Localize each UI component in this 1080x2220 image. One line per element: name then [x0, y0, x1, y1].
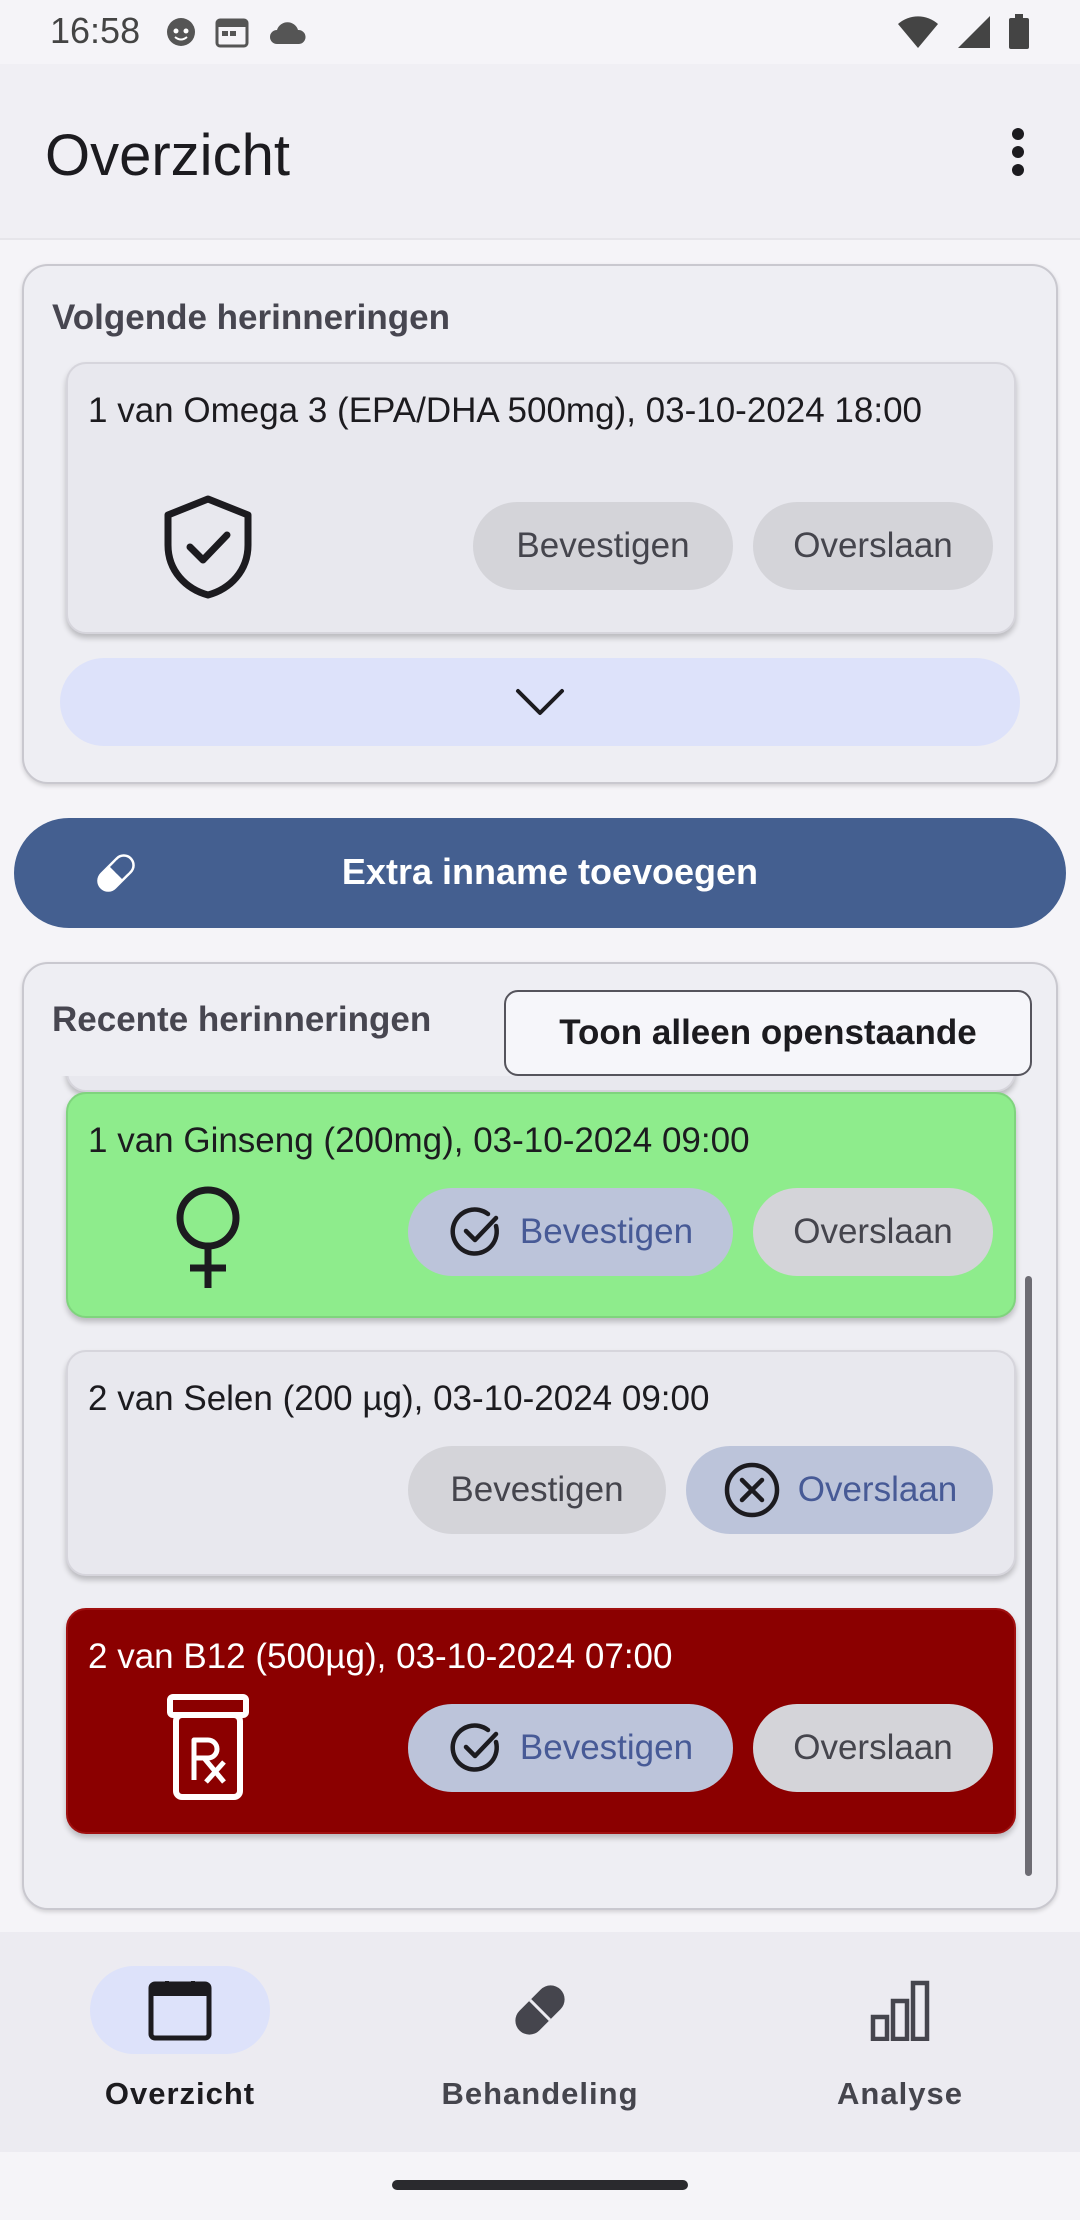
status-bar: 16:58 — [0, 0, 1080, 64]
filter-label: Toon alleen openstaande — [559, 1013, 977, 1052]
page-title: Overzicht — [45, 123, 290, 188]
list-item — [66, 1076, 1016, 1092]
skip-label: Overslaan — [793, 1212, 953, 1251]
bottom-navigation: Overzicht Behandeling Analyse — [0, 1932, 1080, 2152]
reminder-icon — [153, 492, 263, 602]
check-circle-icon — [450, 1723, 499, 1772]
nav-pill — [450, 1966, 630, 2054]
reminder-icon — [153, 1692, 263, 1802]
nav-item-analyse[interactable]: Analyse — [750, 1966, 1050, 2126]
system-icons — [896, 14, 1030, 50]
confirm-label: Bevestigen — [516, 526, 690, 565]
confirm-button[interactable]: Bevestigen — [408, 1446, 666, 1534]
list-item: 2 van Selen (200 µg), 03-10-2024 09:00 B… — [66, 1350, 1016, 1576]
upcoming-reminders-title: Volgende herinneringen — [52, 298, 451, 337]
nav-label: Analyse — [837, 2076, 963, 2111]
status-time: 16:58 — [50, 10, 141, 51]
list-item: 1 van Ginseng (200mg), 03-10-2024 09:00 … — [66, 1092, 1016, 1318]
upcoming-reminders-card: Volgende herinneringen 1 van Omega 3 (EP… — [22, 264, 1058, 784]
confirm-button[interactable]: Bevestigen — [408, 1704, 733, 1792]
shield-check-icon — [164, 495, 252, 599]
more-vert-icon — [1012, 128, 1024, 176]
filter-open-button[interactable]: Toon alleen openstaande — [504, 990, 1032, 1076]
cancel-circle-icon — [724, 1462, 779, 1518]
notification-icons — [165, 16, 307, 48]
fab-label: Extra inname toevoegen — [341, 851, 759, 892]
skip-label: Overslaan — [793, 1728, 953, 1767]
recent-reminders-list[interactable]: 1 van Ginseng (200mg), 03-10-2024 09:00 … — [24, 1076, 1060, 1846]
expand-button[interactable] — [60, 658, 1020, 746]
reminder-text: 1 van Omega 3 (EPA/DHA 500mg), 03-10-202… — [88, 391, 923, 430]
check-circle-icon — [450, 1207, 499, 1256]
skip-button[interactable]: Overslaan — [753, 1188, 993, 1276]
prescription-bottle-icon — [167, 1694, 249, 1800]
nav-pill — [810, 1966, 990, 2054]
reminder-icon — [153, 1182, 263, 1292]
reminder-text: 1 van Ginseng (200mg), 03-10-2024 09:00 — [88, 1121, 750, 1160]
nav-label: Overzicht — [104, 2076, 256, 2111]
home-indicator[interactable] — [392, 2180, 688, 2190]
skip-button[interactable]: Overslaan — [753, 502, 993, 590]
recent-reminders-title: Recente herinneringen — [52, 1000, 432, 1039]
recent-reminders-card: Recente herinneringen Toon alleen openst… — [22, 962, 1058, 1910]
skip-button[interactable]: Overslaan — [686, 1446, 993, 1534]
nav-label: Behandeling — [441, 2076, 639, 2111]
reminder-card: 1 van Omega 3 (EPA/DHA 500mg), 03-10-202… — [66, 362, 1016, 634]
list-item: 2 van B12 (500µg), 03-10-2024 07:00 Beve… — [66, 1608, 1016, 1834]
nav-pill-active — [90, 1966, 270, 2054]
scrollbar[interactable] — [1025, 1276, 1032, 1876]
confirm-label: Bevestigen — [519, 1728, 694, 1767]
nav-item-behandeling[interactable]: Behandeling — [390, 1966, 690, 2126]
nav-item-overzicht[interactable]: Overzicht — [30, 1966, 330, 2126]
confirm-label: Bevestigen — [519, 1212, 694, 1251]
confirm-button[interactable]: Bevestigen — [408, 1188, 733, 1276]
skip-button[interactable]: Overslaan — [753, 1704, 993, 1792]
chevron-down-icon — [516, 689, 564, 715]
reminder-text: 2 van B12 (500µg), 03-10-2024 07:00 — [88, 1637, 673, 1676]
face-icon — [167, 18, 195, 46]
overflow-menu-button[interactable] — [982, 116, 1054, 188]
battery-icon — [1009, 14, 1029, 49]
wifi-icon — [898, 16, 938, 48]
calendar-small-icon — [215, 18, 249, 48]
add-extra-intake-button[interactable]: Extra inname toevoegen — [14, 818, 1066, 928]
pill-icon — [515, 1985, 565, 2035]
calendar-icon — [148, 1981, 212, 2041]
cloud-icon — [270, 22, 306, 44]
signal-icon — [958, 16, 990, 48]
female-icon — [176, 1186, 240, 1288]
bar-chart-icon — [870, 1980, 930, 2041]
confirm-label: Bevestigen — [450, 1470, 624, 1509]
app-bar: Overzicht — [0, 64, 1080, 240]
reminder-text: 2 van Selen (200 µg), 03-10-2024 09:00 — [88, 1379, 710, 1418]
skip-label: Overslaan — [793, 526, 953, 565]
confirm-button[interactable]: Bevestigen — [473, 502, 733, 590]
skip-label: Overslaan — [797, 1470, 958, 1509]
